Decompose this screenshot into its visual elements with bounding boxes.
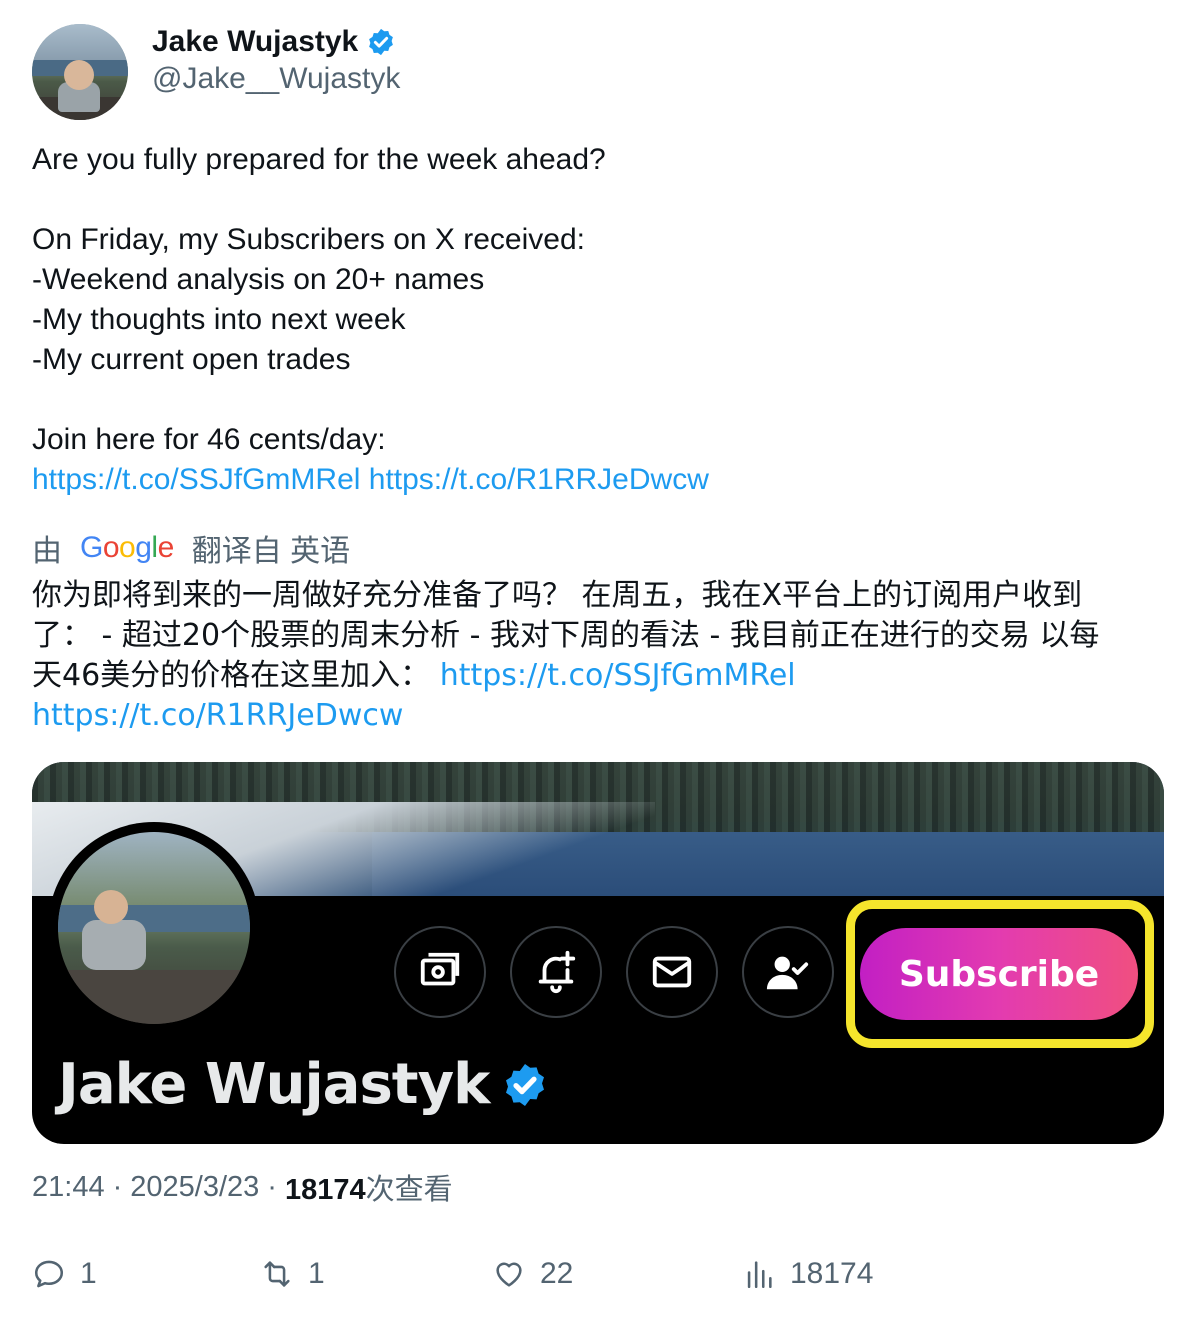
- translated-link-1[interactable]: https://t.co/SSJfGmMRel: [440, 658, 796, 693]
- money-icon: [394, 926, 486, 1018]
- media-name-row: Jake Wujastyk: [58, 1052, 549, 1117]
- meta-separator: ·: [112, 1170, 123, 1203]
- tweet-line: -My thoughts into next week: [32, 303, 406, 336]
- following-icon: [742, 926, 834, 1018]
- views-action-count: 18174: [790, 1257, 874, 1290]
- tweet-line: -Weekend analysis on 20+ names: [32, 263, 485, 296]
- translated-line: 了： - 超过20个股票的周末分析 - 我对下周的看法 - 我目前正在进行的交易…: [32, 618, 1100, 653]
- views-button[interactable]: 18174: [742, 1252, 873, 1296]
- author-handle[interactable]: @Jake__Wujastyk: [152, 62, 400, 96]
- tweet-line: Are you fully prepared for the week ahea…: [32, 143, 606, 176]
- author-name-row: Jake Wujastyk: [152, 24, 396, 60]
- google-logo: Google: [80, 531, 174, 564]
- translation-suffix[interactable]: 翻译自 英语: [192, 526, 350, 570]
- bell-plus-icon: [510, 926, 602, 1018]
- media-profile-name: Jake Wujastyk: [58, 1052, 490, 1117]
- repost-button[interactable]: 1: [260, 1252, 325, 1296]
- tweet-line: -My current open trades: [32, 343, 351, 376]
- repost-icon: [264, 1261, 290, 1287]
- tweet-time[interactable]: 21:44: [32, 1171, 105, 1204]
- translated-text: 你为即将到来的一周做好充分准备了吗？ 在周五，我在X平台上的订阅用户收到 了： …: [32, 576, 1164, 736]
- translated-link-2[interactable]: https://t.co/R1RRJeDwcw: [32, 698, 403, 733]
- tweet-links-line: https://t.co/SSJfGmMRel https://t.co/R1R…: [32, 460, 1164, 500]
- tweet-line: On Friday, my Subscribers on X received:: [32, 223, 585, 256]
- translation-prefix: 由: [32, 535, 62, 568]
- avatar[interactable]: [32, 24, 128, 120]
- views-label: 次查看: [365, 1174, 453, 1206]
- translated-line-text: 天46美分的价格在这里加入：: [32, 658, 440, 693]
- tweet-link-2[interactable]: https://t.co/R1RRJeDwcw: [369, 463, 709, 496]
- translated-line: 天46美分的价格在这里加入： https://t.co/SSJfGmMRel: [32, 656, 1164, 696]
- tweet-media-image[interactable]: Subscribe Jake Wujastyk: [32, 762, 1164, 1144]
- repost-count: 1: [308, 1257, 325, 1290]
- verified-badge-icon: [369, 28, 394, 56]
- meta-separator: ·: [267, 1170, 277, 1203]
- views-count: 18174: [284, 1174, 366, 1206]
- media-profile-avatar: [48, 822, 260, 1034]
- reply-icon: [34, 1260, 64, 1288]
- action-bar: 1 1 22 18174: [32, 1252, 1164, 1296]
- translated-line: https://t.co/R1RRJeDwcw: [32, 696, 1164, 736]
- tweet-date[interactable]: 2025/3/23: [130, 1171, 259, 1204]
- tweet-text: Are you fully prepared for the week ahea…: [32, 140, 1164, 500]
- reply-button[interactable]: 1: [32, 1252, 97, 1296]
- translated-line: 你为即将到来的一周做好充分准备了吗？ 在周五，我在X平台上的订阅用户收到: [32, 578, 1083, 613]
- tweet-link-1[interactable]: https://t.co/SSJfGmMRel: [32, 463, 360, 496]
- like-count: 22: [540, 1257, 574, 1290]
- mail-icon: [626, 926, 718, 1018]
- tweet-line: Join here for 46 cents/day:: [32, 423, 386, 456]
- like-button[interactable]: 22: [492, 1252, 573, 1296]
- subscribe-button: Subscribe: [860, 928, 1138, 1020]
- translation-attribution: 由 Google 翻译自 英语: [32, 526, 350, 570]
- tweet-meta: 21:44 · 2025/3/23 · 18174次查看: [32, 1166, 453, 1208]
- tweet-header: Jake Wujastyk @Jake__Wujastyk: [32, 24, 1164, 124]
- tweet-line: [32, 180, 1164, 220]
- reply-count: 1: [80, 1257, 97, 1290]
- verified-badge-icon: [506, 1063, 545, 1106]
- tweet-line: [32, 380, 1164, 420]
- analytics-icon: [747, 1261, 772, 1289]
- author-display-name[interactable]: Jake Wujastyk: [152, 25, 358, 59]
- heart-icon: [496, 1262, 522, 1287]
